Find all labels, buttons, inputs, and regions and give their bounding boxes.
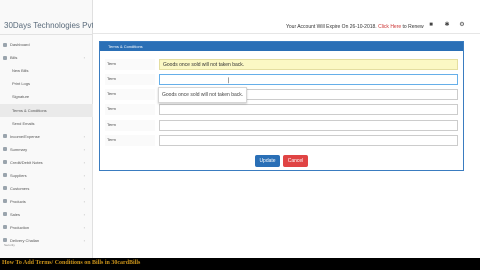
- term-label: Term: [105, 74, 155, 85]
- sidebar-nav: Dashboard Bills › New Bills Print Logs Signat…: [0, 38, 93, 247]
- menu-icon: [3, 160, 7, 165]
- sidebar-item-label: Customers: [10, 185, 30, 191]
- sidebar-item-label: New Bills: [12, 68, 29, 74]
- sidebar-item-terms-conditions[interactable]: Terms & Conditions: [0, 103, 93, 117]
- update-button[interactable]: Update: [255, 155, 280, 167]
- menu-icon: [3, 42, 7, 47]
- sidebar-item-customers[interactable]: Customers ›: [0, 182, 93, 195]
- chevron-right-icon: ›: [83, 237, 85, 243]
- menu-icon: [3, 173, 7, 178]
- term-row: Term: [105, 120, 458, 131]
- cancel-button[interactable]: Cancel: [283, 155, 308, 167]
- sidebar-item-label: Income/Expense: [10, 133, 40, 139]
- chevron-right-icon: ›: [83, 172, 85, 178]
- sidebar-item-signature[interactable]: Signature: [0, 90, 93, 103]
- panel-title: Terms & Conditions: [100, 42, 463, 51]
- chevron-right-icon: ›: [83, 211, 85, 217]
- sidebar-item-label: Sales: [10, 211, 21, 217]
- sidebar-item-summary[interactable]: Summary ›: [0, 143, 93, 156]
- term-label: Term: [105, 104, 155, 115]
- sidebar-item-suppliers[interactable]: Suppliers ›: [0, 169, 93, 182]
- menu-icon: [3, 212, 7, 217]
- sidebar-item-label: Credit/Debit Notes: [10, 159, 43, 165]
- expiry-notice-suffix: to Renew: [401, 24, 424, 30]
- term-input[interactable]: [159, 104, 458, 115]
- trash-icon[interactable]: ■: [428, 22, 434, 28]
- chevron-right-icon: ›: [83, 146, 85, 152]
- sidebar-item-label: Production: [10, 224, 30, 230]
- cog-icon[interactable]: ⚙: [459, 22, 465, 28]
- text-cursor-icon: ∣: [227, 78, 230, 84]
- top-bar: Your Account Will Expire On 26-10-2018. …: [93, 0, 480, 34]
- sidebar-item-dashboard[interactable]: Dashboard: [0, 38, 93, 51]
- sidebar-item-credit-debit-notes[interactable]: Credit/Debit Notes ›: [0, 156, 93, 169]
- term-input[interactable]: [159, 74, 458, 85]
- sidebar-item-production[interactable]: Production ›: [0, 221, 93, 234]
- term-row: Term: [105, 135, 458, 146]
- term-row: Term: [105, 59, 458, 70]
- menu-icon: [3, 225, 7, 230]
- sidebar-item-income-expense[interactable]: Income/Expense ›: [0, 130, 93, 143]
- term-label: Term: [105, 59, 155, 70]
- video-caption: How To Add Terms/ Conditions on Bills in…: [2, 260, 141, 266]
- brand-divider: [0, 34, 93, 35]
- terms-panel: Terms & Conditions Term Term Term Term T…: [99, 41, 464, 171]
- sidebar-item-label: Summary: [10, 146, 28, 152]
- menu-icon: [3, 134, 7, 139]
- sidebar-item-label: Dashboard: [10, 42, 30, 47]
- autocomplete-suggestion[interactable]: Goods once sold will not taken back.: [158, 87, 247, 103]
- sidebar-item-new-bills[interactable]: New Bills: [0, 64, 93, 77]
- chevron-right-icon: ›: [83, 198, 85, 204]
- chevron-right-icon: ›: [83, 133, 85, 139]
- sidebar-item-label: Products: [10, 198, 26, 204]
- menu-icon: [3, 55, 7, 60]
- term-label: Term: [105, 135, 155, 146]
- sidebar-item-label: Bills: [10, 55, 18, 60]
- sidebar-item-bills[interactable]: Bills ›: [0, 51, 93, 64]
- chevron-right-icon: ›: [83, 159, 85, 165]
- term-row: Term: [105, 74, 458, 85]
- menu-icon: [3, 147, 7, 152]
- menu-icon: [3, 186, 7, 191]
- term-input[interactable]: [159, 59, 458, 70]
- sidebar-item-label: Terms & Conditions: [12, 107, 47, 113]
- term-input[interactable]: [159, 120, 458, 131]
- gear-icon[interactable]: ✱: [444, 22, 450, 28]
- menu-icon: [3, 238, 7, 243]
- sidebar-item-sales[interactable]: Sales ›: [0, 208, 93, 221]
- app-window: 30Days Technologies Pvt. Ltd Dashboard Bi…: [0, 0, 480, 258]
- sidebar-item-label: Suppliers: [10, 172, 27, 178]
- sidebar-item-products[interactable]: Products ›: [0, 195, 93, 208]
- chevron-right-icon: ›: [83, 55, 85, 60]
- sidebar-item-label: Print Logs: [12, 81, 31, 87]
- expiry-notice: Your Account Will Expire On 26-10-2018. …: [286, 24, 424, 30]
- menu-icon: [3, 199, 7, 204]
- term-row: Term: [105, 104, 458, 115]
- sidebar-item-label: Signature: [12, 94, 30, 100]
- term-label: Term: [105, 89, 155, 100]
- sidebar-item-label: Send Emails: [12, 120, 35, 126]
- chevron-right-icon: ›: [83, 224, 85, 230]
- term-input[interactable]: [159, 135, 458, 146]
- sidebar-footer: Security: [4, 243, 15, 247]
- term-label: Term: [105, 120, 155, 131]
- renew-link[interactable]: Click Here: [378, 24, 401, 30]
- expiry-notice-text: Your Account Will Expire On 26-10-2018.: [286, 24, 377, 30]
- sidebar: 30Days Technologies Pvt. Ltd Dashboard Bi…: [0, 0, 109, 258]
- chevron-right-icon: ›: [83, 185, 85, 191]
- sidebar-item-send-emails[interactable]: Send Emails: [0, 117, 93, 130]
- sidebar-item-print-logs[interactable]: Print Logs: [0, 77, 93, 90]
